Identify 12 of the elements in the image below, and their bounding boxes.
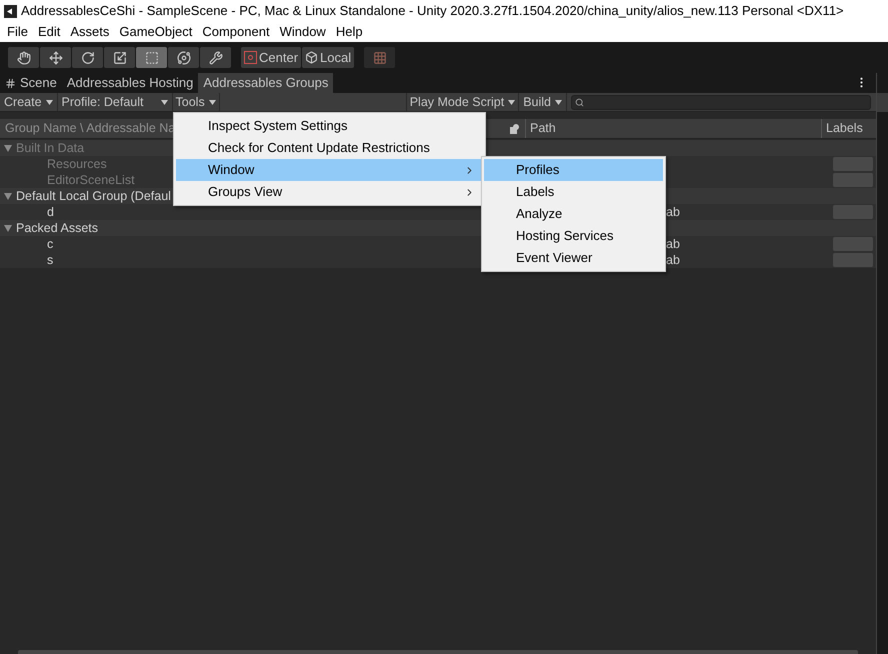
entry-name: c xyxy=(47,236,54,251)
group-name: Default Local Group (Defaul xyxy=(16,188,171,205)
entry-name: d xyxy=(47,204,54,219)
group-name: Built In Data xyxy=(16,140,84,157)
window-title: AddressablesCeShi - SampleScene - PC, Mac & Linux Standalone - Unity 2020.3.27f1.1504.2020/china_unity/alios_new.113 Personal <DX11> xyxy=(21,2,844,20)
entry-name: EditorSceneList xyxy=(47,172,135,187)
group-name: Packed Assets xyxy=(16,220,98,237)
entry-name: s xyxy=(47,252,54,267)
entry-path: ab xyxy=(666,236,680,251)
entry-path: ab xyxy=(666,252,680,267)
entry-path: ab xyxy=(666,204,680,219)
entry-name: Resources xyxy=(47,156,107,171)
